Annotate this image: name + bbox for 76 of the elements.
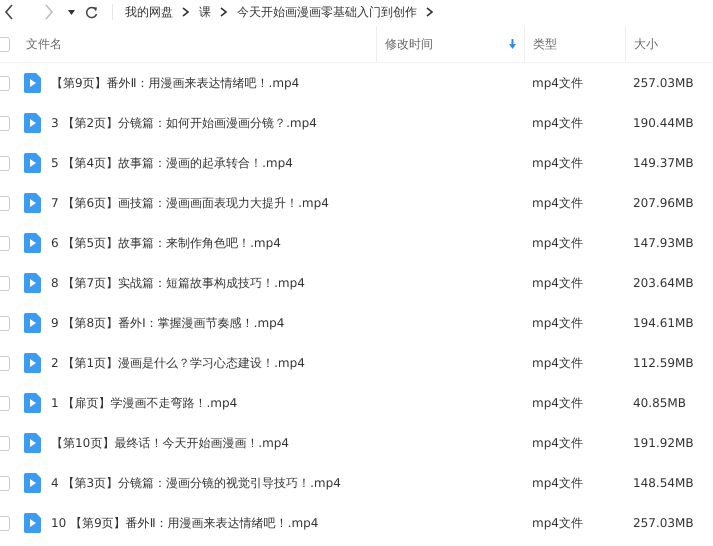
column-header[interactable]: 类型: [524, 26, 625, 62]
back-icon[interactable]: [4, 4, 14, 20]
file-type: mp4文件: [532, 476, 583, 490]
file-type: mp4文件: [532, 76, 583, 90]
file-size: 194.61MB: [633, 316, 694, 330]
file-name[interactable]: 6 【第5页】故事篇：来制作角色吧！.mp4: [51, 234, 281, 252]
file-name[interactable]: 2 【第1页】漫画是什么？学习心态建设！.mp4: [51, 354, 305, 372]
file-name[interactable]: 3 【第2页】分镜篇：如何开始画漫画分镜？.mp4: [51, 114, 317, 132]
row-checkbox[interactable]: [0, 316, 10, 330]
file-type: mp4文件: [532, 236, 583, 250]
file-size: 112.59MB: [633, 356, 694, 370]
select-all-checkbox[interactable]: [0, 36, 10, 52]
video-file-icon: [24, 393, 41, 413]
row-checkbox[interactable]: [0, 276, 10, 290]
row-checkbox[interactable]: [0, 396, 10, 410]
column-header[interactable]: 文件名: [26, 26, 376, 62]
video-file-icon: [24, 433, 41, 453]
file-name[interactable]: 1 【扉页】学漫画不走弯路！.mp4: [51, 394, 238, 412]
file-size: 257.03MB: [633, 76, 694, 90]
row-checkbox[interactable]: [0, 76, 10, 90]
file-type: mp4文件: [532, 116, 583, 130]
row-checkbox[interactable]: [0, 196, 10, 210]
video-file-icon: [24, 473, 41, 493]
file-type: mp4文件: [532, 356, 583, 370]
chevron-icon: [426, 7, 433, 17]
video-file-icon: [24, 73, 41, 93]
file-name[interactable]: 9 【第8页】番外Ⅰ：掌握漫画节奏感！.mp4: [51, 314, 284, 332]
video-file-icon: [24, 273, 41, 293]
dropdown-icon[interactable]: [68, 10, 75, 14]
file-type: mp4文件: [532, 436, 583, 450]
file-size: 147.93MB: [633, 236, 694, 250]
video-file-icon: [24, 233, 41, 253]
video-file-icon: [24, 113, 41, 133]
breadcrumb-link[interactable]: 课: [199, 4, 211, 20]
row-checkbox[interactable]: [0, 236, 10, 250]
video-file-icon: [24, 353, 41, 373]
column-header[interactable]: 修改时间: [376, 26, 524, 62]
column-header[interactable]: 大小: [625, 26, 713, 62]
row-checkbox[interactable]: [0, 436, 10, 450]
file-size: 203.64MB: [633, 276, 694, 290]
file-size: 257.03MB: [633, 516, 694, 530]
forward-icon[interactable]: [44, 4, 54, 20]
row-checkbox[interactable]: [0, 516, 10, 530]
file-name[interactable]: 【第10页】最终话！今天开始画漫画！.mp4: [51, 434, 290, 452]
file-type: mp4文件: [532, 156, 583, 170]
video-file-icon: [24, 513, 41, 533]
file-type: mp4文件: [532, 276, 583, 290]
file-name[interactable]: 4 【第3页】分镜篇：漫画分镜的视觉引导技巧！.mp4: [51, 474, 341, 492]
video-file-icon: [24, 313, 41, 333]
file-size: 149.37MB: [633, 156, 694, 170]
file-name[interactable]: 【第9页】番外Ⅱ：用漫画来表达情绪吧！.mp4: [51, 74, 300, 92]
file-size: 148.54MB: [633, 476, 694, 490]
file-size: 40.85MB: [633, 396, 686, 410]
file-type: mp4文件: [532, 516, 583, 530]
row-checkbox[interactable]: [0, 156, 10, 170]
file-name[interactable]: 10 【第9页】番外Ⅱ：用漫画来表达情绪吧！.mp4: [51, 514, 318, 532]
chevron-icon: [220, 7, 227, 17]
breadcrumb-link[interactable]: 我的网盘: [125, 4, 173, 20]
file-size: 190.44MB: [633, 116, 694, 130]
row-checkbox[interactable]: [0, 476, 10, 490]
file-size: 207.96MB: [633, 196, 694, 210]
file-name[interactable]: 5 【第4页】故事篇：漫画的起承转合！.mp4: [51, 154, 293, 172]
file-type: mp4文件: [532, 316, 583, 330]
file-name[interactable]: 7 【第6页】画技篇：漫画画面表现力大提升！.mp4: [51, 194, 329, 212]
breadcrumb-link[interactable]: 今天开始画漫画零基础入门到创作: [237, 4, 417, 20]
row-checkbox[interactable]: [0, 116, 10, 130]
file-name[interactable]: 8 【第7页】实战篇：短篇故事构成技巧！.mp4: [51, 274, 305, 292]
chevron-icon: [182, 7, 189, 17]
row-checkbox[interactable]: [0, 356, 10, 370]
file-size: 191.92MB: [633, 436, 694, 450]
video-file-icon: [24, 153, 41, 173]
file-type: mp4文件: [532, 396, 583, 410]
file-type: mp4文件: [532, 196, 583, 210]
refresh-icon[interactable]: [85, 6, 98, 18]
sort-arrow-icon: [509, 39, 516, 49]
video-file-icon: [24, 193, 41, 213]
